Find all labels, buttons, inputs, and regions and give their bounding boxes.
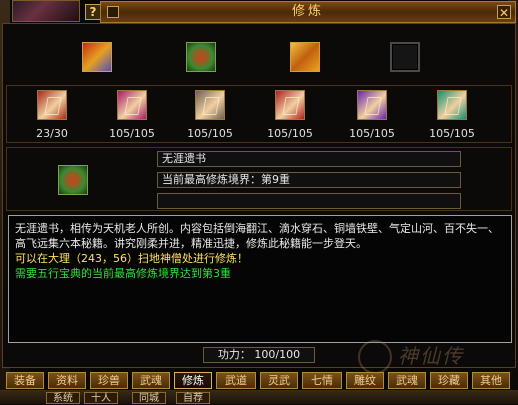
window-title: 修炼	[291, 4, 324, 19]
book-icon[interactable]	[357, 90, 387, 120]
tab-0[interactable]: 装备	[6, 372, 44, 389]
requirement-text: 需要五行宝典的当前最高修炼境界达到第3重	[15, 267, 231, 280]
tab-4[interactable]: 修炼	[174, 372, 212, 389]
tab-3[interactable]: 武魂	[132, 372, 170, 389]
book-icon[interactable]	[275, 90, 305, 120]
tab-6[interactable]: 灵武	[260, 372, 298, 389]
title-bar: 修炼 ✕	[100, 1, 516, 23]
book-icon[interactable]	[37, 90, 67, 120]
book-icon[interactable]	[117, 90, 147, 120]
tab-9[interactable]: 武魂	[388, 372, 426, 389]
close-button[interactable]: ✕	[497, 5, 511, 20]
bottom-tab-1[interactable]: 十人	[84, 392, 118, 404]
book-count: 105/105	[429, 127, 475, 140]
tab-11[interactable]: 其他	[472, 372, 510, 389]
tab-7[interactable]: 七情	[302, 372, 342, 389]
tab-2[interactable]: 珍兽	[90, 372, 128, 389]
tab-8[interactable]: 雕纹	[346, 372, 384, 389]
tab-1[interactable]: 资料	[48, 372, 86, 389]
location-text[interactable]: 可以在大理（243，56）扫地神僧处进行修炼！	[15, 251, 505, 266]
bottom-tab-2[interactable]: 同城	[132, 392, 166, 404]
book-count: 105/105	[109, 127, 155, 140]
tab-5[interactable]: 武道	[216, 372, 256, 389]
power-field: 功力： 100/100	[203, 347, 315, 363]
bottom-tab-0[interactable]: 系统	[46, 392, 80, 404]
gold-scroll-icon[interactable]	[290, 42, 320, 72]
book-icon[interactable]	[195, 90, 225, 120]
book-count: 23/30	[36, 127, 68, 140]
selected-book-icon[interactable]	[58, 165, 88, 195]
description-box: 无涯遗书，相传为天机老人所创。内容包括倒海翻江、滴水穿石、铜墙铁壁、气定山河、百…	[8, 215, 512, 343]
watermark: 神仙传	[398, 344, 464, 368]
bottom-tab-3[interactable]: 自荐	[176, 392, 210, 404]
watermark-logo-icon	[358, 340, 392, 374]
book-count: 105/105	[349, 127, 395, 140]
empty-slot[interactable]	[390, 42, 420, 72]
book-count: 105/105	[267, 127, 313, 140]
extra-field	[157, 193, 461, 209]
tab-10[interactable]: 珍藏	[430, 372, 468, 389]
description-text: 无涯遗书，相传为天机老人所创。内容包括倒海翻江、滴水穿石、铜墙铁壁、气定山河、百…	[15, 222, 499, 250]
green-treasure-icon[interactable]	[186, 42, 216, 72]
realm-field: 当前最高修炼境界：第9重	[157, 172, 461, 188]
book-icon[interactable]	[437, 90, 467, 120]
avatar[interactable]	[12, 0, 80, 22]
book-name-field: 无涯遗书	[157, 151, 461, 167]
tab-bar: 装备 资料 珍兽 武魂 修炼 武道 灵武 七情 雕纹 武魂 珍藏 其他	[6, 372, 518, 390]
help-button[interactable]: ?	[85, 4, 101, 20]
red-scroll-icon[interactable]	[82, 42, 112, 72]
book-count: 105/105	[187, 127, 233, 140]
